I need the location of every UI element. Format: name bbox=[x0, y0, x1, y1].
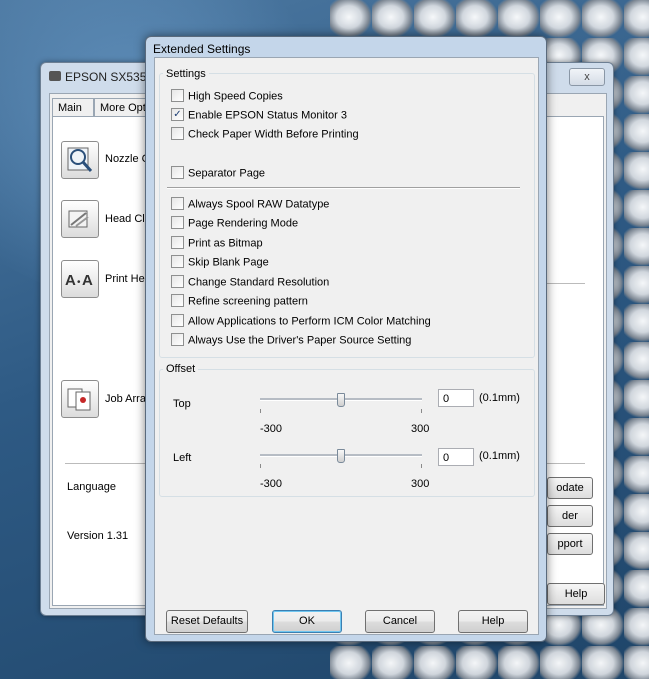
checkbox-box[interactable] bbox=[171, 89, 184, 102]
spool-raw-checkbox[interactable]: Always Spool RAW Datatype bbox=[171, 197, 330, 212]
refine-screening-checkbox[interactable]: Refine screening pattern bbox=[171, 294, 308, 309]
driver-update-button[interactable]: odate bbox=[547, 477, 593, 499]
checkbox-box[interactable] bbox=[171, 197, 184, 210]
left-offset-min-label: -300 bbox=[260, 478, 283, 490]
checkbox-label: Page Rendering Mode bbox=[188, 217, 299, 230]
slider-tick bbox=[421, 464, 422, 468]
checkmark-icon[interactable]: ✓ bbox=[171, 108, 184, 121]
skip-blank-page-checkbox[interactable]: Skip Blank Page bbox=[171, 255, 269, 270]
slider-tick bbox=[421, 409, 422, 413]
checkbox-box[interactable] bbox=[171, 255, 184, 268]
svg-text:A: A bbox=[82, 272, 93, 289]
checkbox-box[interactable] bbox=[171, 236, 184, 249]
top-offset-input[interactable]: 0 bbox=[438, 389, 474, 407]
left-offset-unit: (0.1mm) bbox=[479, 450, 520, 462]
technical-support-button[interactable]: pport bbox=[547, 533, 593, 555]
offset-group-title: Offset bbox=[163, 363, 199, 375]
left-offset-slider-thumb[interactable] bbox=[337, 449, 345, 463]
ok-button[interactable]: OK bbox=[272, 610, 342, 633]
checkbox-label: High Speed Copies bbox=[188, 90, 283, 103]
settings-group-title: Settings bbox=[163, 68, 209, 80]
extended-settings-dialog: Extended Settings Settings High Speed Co… bbox=[145, 36, 547, 642]
head-cleaning-label: Head Cle bbox=[105, 213, 151, 225]
checkbox-box[interactable] bbox=[171, 127, 184, 140]
checkbox-box[interactable] bbox=[171, 166, 184, 179]
slider-tick bbox=[260, 464, 261, 468]
checkbox-box[interactable] bbox=[171, 294, 184, 307]
top-offset-label: Top bbox=[173, 398, 191, 410]
high-speed-copies-checkbox[interactable]: High Speed Copies bbox=[171, 89, 283, 104]
page-rendering-checkbox[interactable]: Page Rendering Mode bbox=[171, 216, 299, 231]
printer-icon bbox=[49, 71, 61, 81]
dialog-client: Settings High Speed Copies ✓ Enable EPSON… bbox=[154, 57, 539, 635]
job-arranger-icon bbox=[67, 388, 91, 411]
checkbox-box[interactable] bbox=[171, 216, 184, 229]
checkbox-label: Separator Page bbox=[188, 167, 266, 180]
top-offset-unit: (0.1mm) bbox=[479, 392, 520, 404]
tab-main[interactable]: Main bbox=[52, 98, 94, 117]
reset-defaults-button[interactable]: Reset Defaults bbox=[166, 610, 248, 633]
checkbox-label: Skip Blank Page bbox=[188, 256, 269, 269]
left-offset-label: Left bbox=[173, 452, 192, 464]
top-offset-slider-thumb[interactable] bbox=[337, 393, 345, 407]
epson-help-button[interactable]: Help bbox=[547, 583, 605, 605]
left-offset-max-label: 300 bbox=[411, 478, 430, 490]
order-online-button[interactable]: der bbox=[547, 505, 593, 527]
settings-separator bbox=[167, 187, 520, 189]
top-offset-max-label: 300 bbox=[411, 423, 430, 435]
print-head-alignment-button[interactable]: A • A bbox=[61, 260, 99, 298]
checkbox-label: Print as Bitmap bbox=[188, 237, 263, 250]
nozzle-check-button[interactable] bbox=[61, 141, 99, 179]
checkbox-label: Change Standard Resolution bbox=[188, 276, 330, 289]
icm-color-matching-checkbox[interactable]: Allow Applications to Perform ICM Color … bbox=[171, 314, 431, 329]
print-head-alignment-icon: A • A bbox=[65, 272, 93, 289]
panel-divider-right bbox=[545, 283, 585, 284]
checkbox-label: Enable EPSON Status Monitor 3 bbox=[188, 109, 347, 122]
epson-window-close-button[interactable]: x bbox=[569, 68, 605, 86]
offset-group bbox=[159, 369, 535, 497]
panel-divider bbox=[65, 463, 155, 464]
checkbox-box[interactable] bbox=[171, 275, 184, 288]
dialog-title[interactable]: Extended Settings bbox=[153, 42, 250, 56]
checkbox-box[interactable] bbox=[171, 333, 184, 346]
checkbox-label: Check Paper Width Before Printing bbox=[188, 128, 359, 141]
version-label: Version 1.31 bbox=[67, 530, 129, 542]
left-offset-input[interactable]: 0 bbox=[438, 448, 474, 466]
print-head-alignment-label: Print Hea bbox=[105, 273, 151, 285]
head-cleaning-button[interactable] bbox=[61, 200, 99, 238]
epson-window-title: EPSON SX535W bbox=[65, 70, 158, 84]
job-arranger-button[interactable] bbox=[61, 380, 99, 418]
svg-text:•: • bbox=[77, 277, 81, 288]
checkbox-box[interactable] bbox=[171, 314, 184, 327]
svg-text:A: A bbox=[65, 272, 76, 289]
panel-divider-right-2 bbox=[545, 463, 585, 464]
check-paper-width-checkbox[interactable]: Check Paper Width Before Printing bbox=[171, 127, 359, 142]
status-monitor-checkbox[interactable]: ✓ Enable EPSON Status Monitor 3 bbox=[171, 108, 347, 123]
help-button[interactable]: Help bbox=[458, 610, 528, 633]
checkbox-label: Refine screening pattern bbox=[188, 295, 308, 308]
print-as-bitmap-checkbox[interactable]: Print as Bitmap bbox=[171, 236, 263, 251]
nozzle-check-icon bbox=[67, 147, 93, 172]
language-label: Language bbox=[67, 481, 116, 493]
driver-paper-source-checkbox[interactable]: Always Use the Driver's Paper Source Set… bbox=[171, 333, 412, 348]
slider-tick bbox=[260, 409, 261, 413]
cancel-button[interactable]: Cancel bbox=[365, 610, 435, 633]
checkbox-label: Always Use the Driver's Paper Source Set… bbox=[188, 334, 412, 347]
separator-page-checkbox[interactable]: Separator Page bbox=[171, 166, 266, 181]
checkbox-label: Always Spool RAW Datatype bbox=[188, 198, 330, 211]
head-cleaning-icon bbox=[68, 210, 89, 228]
change-resolution-checkbox[interactable]: Change Standard Resolution bbox=[171, 275, 330, 290]
top-offset-min-label: -300 bbox=[260, 423, 283, 435]
checkbox-label: Allow Applications to Perform ICM Color … bbox=[188, 315, 431, 328]
